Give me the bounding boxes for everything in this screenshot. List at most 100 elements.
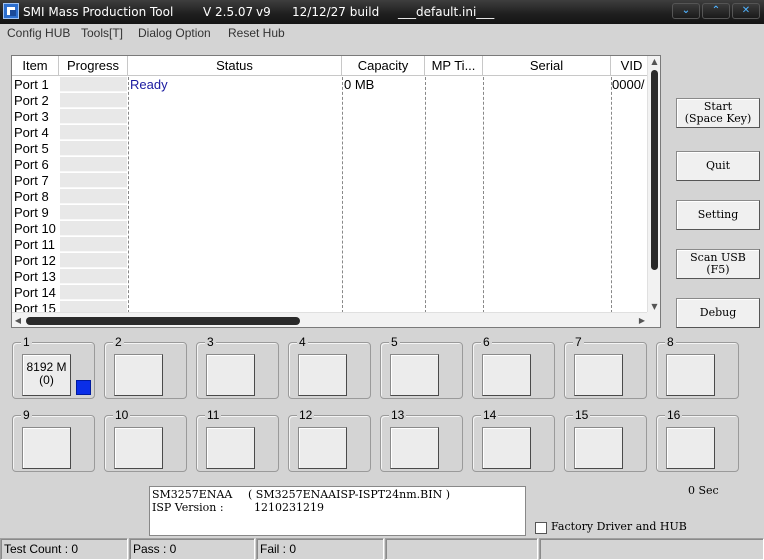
horizontal-scrollbar[interactable]: ◀ ▶ <box>12 312 648 327</box>
elapsed-time: 0 Sec <box>688 484 719 497</box>
test-count: Test Count : 0 <box>0 538 128 560</box>
column-vid[interactable]: VID <box>611 56 652 76</box>
table-row[interactable]: Port 2 <box>12 93 648 109</box>
table-row[interactable]: Port 5 <box>12 141 648 157</box>
row-item: Port 2 <box>14 93 49 108</box>
port-panel: 6 <box>472 335 555 399</box>
port-button[interactable] <box>206 354 255 396</box>
column-serial[interactable]: Serial <box>483 56 611 76</box>
table-row[interactable]: Port 14 <box>12 285 648 301</box>
row-item: Port 11 <box>14 237 55 252</box>
vertical-scrollbar[interactable]: ▲ ▼ <box>647 56 660 313</box>
port-button[interactable] <box>298 427 347 469</box>
title-bar: SMI Mass Production Tool V 2.5.07 v9 12/… <box>0 0 764 24</box>
menu-config-hub[interactable]: Config HUB <box>7 26 70 40</box>
port-button[interactable] <box>390 354 439 396</box>
port-panel: 3 <box>196 335 279 399</box>
table-row[interactable]: Port 9 <box>12 205 648 221</box>
port-number: 6 <box>481 335 492 349</box>
debug-button[interactable]: Debug <box>676 298 760 328</box>
status-cell-empty <box>539 538 764 560</box>
column-progress[interactable]: Progress <box>59 56 128 76</box>
pass-count: Pass : 0 <box>129 538 255 560</box>
port-status-led <box>76 380 91 395</box>
chevron-up-icon[interactable]: ⌃ <box>702 3 730 19</box>
port-button[interactable] <box>574 354 623 396</box>
ini-file: ___default.ini___ <box>398 5 495 19</box>
table-row[interactable]: Port 4 <box>12 125 648 141</box>
row-item: Port 5 <box>14 141 49 156</box>
port-button[interactable] <box>482 427 531 469</box>
menu-reset-hub[interactable]: Reset Hub <box>228 26 285 40</box>
window-controls: ⌄ ⌃ ✕ <box>670 3 760 19</box>
column-mp-time[interactable]: MP Ti... <box>425 56 483 76</box>
row-item: Port 4 <box>14 125 49 140</box>
port-button[interactable] <box>666 427 715 469</box>
table-row[interactable]: Port 12 <box>12 253 648 269</box>
quit-button[interactable]: Quit <box>676 151 760 181</box>
port-button[interactable] <box>390 427 439 469</box>
port-number: 8 <box>665 335 676 349</box>
port-button[interactable] <box>666 354 715 396</box>
menu-dialog-option[interactable]: Dialog Option <box>138 26 211 40</box>
table-row[interactable]: Port 7 <box>12 173 648 189</box>
port-number: 12 <box>297 408 315 422</box>
row-item: Port 8 <box>14 189 49 204</box>
port-button[interactable] <box>574 427 623 469</box>
port-button[interactable] <box>298 354 347 396</box>
row-item: Port 13 <box>14 269 56 284</box>
scroll-up-icon[interactable]: ▲ <box>648 56 660 68</box>
setting-button[interactable]: Setting <box>676 200 760 230</box>
column-status[interactable]: Status <box>128 56 342 76</box>
port-panel: 16 <box>656 408 739 472</box>
row-progress-bar <box>60 77 127 92</box>
column-capacity[interactable]: Capacity <box>342 56 425 76</box>
table-row[interactable]: Port 6 <box>12 157 648 173</box>
table-row[interactable]: Port 1 Ready 0 MB 0000/ <box>12 77 648 93</box>
port-number: 16 <box>665 408 683 422</box>
scroll-corner <box>647 312 660 327</box>
row-progress-bar <box>60 269 127 284</box>
table-row[interactable]: Port 10 <box>12 221 648 237</box>
port-list[interactable]: Item Progress Status Capacity MP Ti... S… <box>11 55 661 328</box>
port-button[interactable] <box>22 427 71 469</box>
menu-tools[interactable]: Tools[T] <box>81 26 123 40</box>
port-panel: 12 <box>288 408 371 472</box>
port-number: 4 <box>297 335 308 349</box>
row-item: Port 1 <box>14 77 49 92</box>
isp-version-value: 1210231219 <box>254 501 324 514</box>
row-item: Port 3 <box>14 109 49 124</box>
row-progress-bar <box>60 93 127 108</box>
factory-driver-checkbox[interactable] <box>535 522 547 534</box>
start-button[interactable]: Start (Space Key) <box>676 98 760 128</box>
table-row[interactable]: Port 13 <box>12 269 648 285</box>
port-number: 2 <box>113 335 124 349</box>
port-button[interactable] <box>114 354 163 396</box>
port-number: 10 <box>113 408 131 422</box>
port-panel: 11 <box>196 408 279 472</box>
row-progress-bar <box>60 157 127 172</box>
port-number: 3 <box>205 335 216 349</box>
vertical-scroll-thumb[interactable] <box>651 70 658 270</box>
chevron-down-icon[interactable]: ⌄ <box>672 3 700 19</box>
row-vid: 0000/ <box>612 77 645 92</box>
port-button[interactable] <box>482 354 531 396</box>
scroll-left-icon[interactable]: ◀ <box>12 313 24 327</box>
table-row[interactable]: Port 8 <box>12 189 648 205</box>
table-row[interactable]: Port 3 <box>12 109 648 125</box>
table-row[interactable]: Port 11 <box>12 237 648 253</box>
app-icon <box>3 3 19 19</box>
scan-usb-button[interactable]: Scan USB (F5) <box>676 249 760 279</box>
status-bar: Test Count : 0 Pass : 0 Fail : 0 <box>0 537 764 560</box>
port-button[interactable]: 8192 M (0) <box>22 354 71 396</box>
app-version: V 2.5.07 <box>203 5 254 19</box>
port-button[interactable] <box>206 427 255 469</box>
column-item[interactable]: Item <box>12 56 59 76</box>
list-header: Item Progress Status Capacity MP Ti... S… <box>12 56 652 76</box>
horizontal-scroll-thumb[interactable] <box>26 317 300 325</box>
port-panel: 5 <box>380 335 463 399</box>
port-button[interactable] <box>114 427 163 469</box>
close-icon[interactable]: ✕ <box>732 3 760 19</box>
port-panel: 8 <box>656 335 739 399</box>
build-date: 12/12/27 build <box>292 5 380 19</box>
